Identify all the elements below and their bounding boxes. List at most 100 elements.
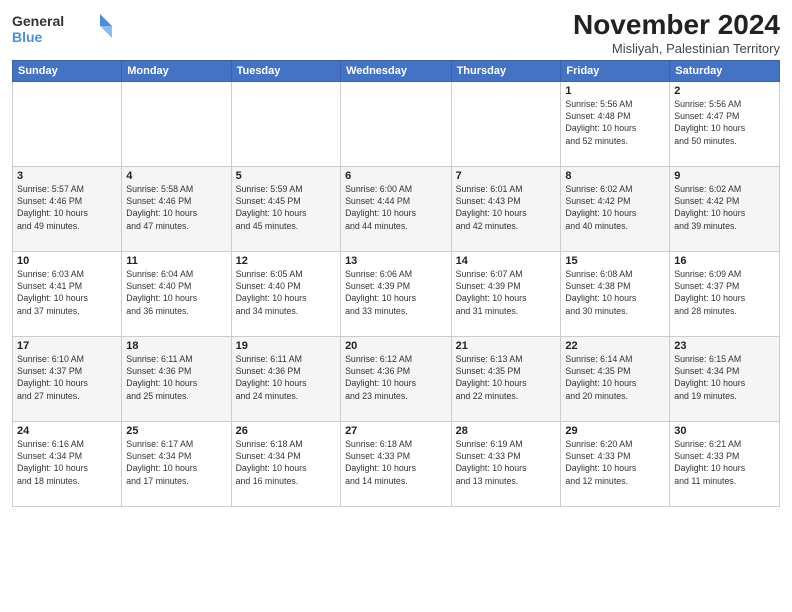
day-number: 27	[345, 425, 447, 437]
calendar-week-1: 1Sunrise: 5:56 AMSunset: 4:48 PMDaylight…	[13, 81, 780, 166]
day-number: 9	[674, 170, 775, 182]
calendar-cell-w1-d7: 2Sunrise: 5:56 AMSunset: 4:47 PMDaylight…	[670, 81, 780, 166]
svg-text:Blue: Blue	[12, 29, 43, 45]
header: General Blue November 2024 Misliyah, Pal…	[12, 10, 780, 56]
day-number: 11	[126, 255, 226, 267]
calendar-cell-w5-d7: 30Sunrise: 6:21 AMSunset: 4:33 PMDayligh…	[670, 421, 780, 506]
day-info: Sunrise: 6:02 AMSunset: 4:42 PMDaylight:…	[565, 183, 665, 232]
day-info: Sunrise: 6:17 AMSunset: 4:34 PMDaylight:…	[126, 438, 226, 487]
day-number: 18	[126, 340, 226, 352]
calendar-cell-w2-d1: 3Sunrise: 5:57 AMSunset: 4:46 PMDaylight…	[13, 166, 122, 251]
calendar-cell-w1-d6: 1Sunrise: 5:56 AMSunset: 4:48 PMDaylight…	[561, 81, 670, 166]
day-number: 16	[674, 255, 775, 267]
day-number: 5	[236, 170, 336, 182]
calendar-cell-w2-d4: 6Sunrise: 6:00 AMSunset: 4:44 PMDaylight…	[341, 166, 452, 251]
calendar-cell-w3-d5: 14Sunrise: 6:07 AMSunset: 4:39 PMDayligh…	[451, 251, 561, 336]
calendar-cell-w1-d5	[451, 81, 561, 166]
day-number: 25	[126, 425, 226, 437]
calendar-cell-w3-d3: 12Sunrise: 6:05 AMSunset: 4:40 PMDayligh…	[231, 251, 340, 336]
day-number: 4	[126, 170, 226, 182]
calendar-week-2: 3Sunrise: 5:57 AMSunset: 4:46 PMDaylight…	[13, 166, 780, 251]
day-info: Sunrise: 6:09 AMSunset: 4:37 PMDaylight:…	[674, 268, 775, 317]
calendar-cell-w3-d4: 13Sunrise: 6:06 AMSunset: 4:39 PMDayligh…	[341, 251, 452, 336]
day-number: 3	[17, 170, 117, 182]
month-title: November 2024	[573, 10, 780, 41]
logo-svg: General Blue	[12, 10, 112, 46]
calendar-cell-w1-d1	[13, 81, 122, 166]
day-number: 1	[565, 85, 665, 97]
calendar-cell-w4-d5: 21Sunrise: 6:13 AMSunset: 4:35 PMDayligh…	[451, 336, 561, 421]
day-number: 19	[236, 340, 336, 352]
calendar-cell-w1-d2	[122, 81, 231, 166]
day-info: Sunrise: 6:18 AMSunset: 4:33 PMDaylight:…	[345, 438, 447, 487]
day-number: 8	[565, 170, 665, 182]
calendar-cell-w2-d3: 5Sunrise: 5:59 AMSunset: 4:45 PMDaylight…	[231, 166, 340, 251]
day-info: Sunrise: 6:10 AMSunset: 4:37 PMDaylight:…	[17, 353, 117, 402]
page-container: General Blue November 2024 Misliyah, Pal…	[0, 0, 792, 515]
calendar-cell-w4-d7: 23Sunrise: 6:15 AMSunset: 4:34 PMDayligh…	[670, 336, 780, 421]
day-number: 7	[456, 170, 557, 182]
day-info: Sunrise: 6:01 AMSunset: 4:43 PMDaylight:…	[456, 183, 557, 232]
day-number: 23	[674, 340, 775, 352]
header-thursday: Thursday	[451, 60, 561, 81]
day-info: Sunrise: 5:57 AMSunset: 4:46 PMDaylight:…	[17, 183, 117, 232]
day-number: 28	[456, 425, 557, 437]
header-sunday: Sunday	[13, 60, 122, 81]
day-number: 30	[674, 425, 775, 437]
day-info: Sunrise: 5:56 AMSunset: 4:48 PMDaylight:…	[565, 98, 665, 147]
calendar-week-5: 24Sunrise: 6:16 AMSunset: 4:34 PMDayligh…	[13, 421, 780, 506]
day-number: 2	[674, 85, 775, 97]
day-info: Sunrise: 6:06 AMSunset: 4:39 PMDaylight:…	[345, 268, 447, 317]
day-info: Sunrise: 6:00 AMSunset: 4:44 PMDaylight:…	[345, 183, 447, 232]
calendar-cell-w2-d5: 7Sunrise: 6:01 AMSunset: 4:43 PMDaylight…	[451, 166, 561, 251]
calendar-body: 1Sunrise: 5:56 AMSunset: 4:48 PMDaylight…	[13, 81, 780, 506]
day-info: Sunrise: 6:12 AMSunset: 4:36 PMDaylight:…	[345, 353, 447, 402]
day-number: 15	[565, 255, 665, 267]
day-info: Sunrise: 6:21 AMSunset: 4:33 PMDaylight:…	[674, 438, 775, 487]
day-number: 29	[565, 425, 665, 437]
day-number: 10	[17, 255, 117, 267]
calendar-cell-w4-d1: 17Sunrise: 6:10 AMSunset: 4:37 PMDayligh…	[13, 336, 122, 421]
header-friday: Friday	[561, 60, 670, 81]
calendar-cell-w4-d6: 22Sunrise: 6:14 AMSunset: 4:35 PMDayligh…	[561, 336, 670, 421]
calendar-cell-w5-d3: 26Sunrise: 6:18 AMSunset: 4:34 PMDayligh…	[231, 421, 340, 506]
day-info: Sunrise: 6:19 AMSunset: 4:33 PMDaylight:…	[456, 438, 557, 487]
day-info: Sunrise: 6:20 AMSunset: 4:33 PMDaylight:…	[565, 438, 665, 487]
day-info: Sunrise: 6:07 AMSunset: 4:39 PMDaylight:…	[456, 268, 557, 317]
calendar-cell-w2-d6: 8Sunrise: 6:02 AMSunset: 4:42 PMDaylight…	[561, 166, 670, 251]
day-number: 6	[345, 170, 447, 182]
day-info: Sunrise: 6:05 AMSunset: 4:40 PMDaylight:…	[236, 268, 336, 317]
day-number: 13	[345, 255, 447, 267]
days-header-row: Sunday Monday Tuesday Wednesday Thursday…	[13, 60, 780, 81]
day-info: Sunrise: 6:13 AMSunset: 4:35 PMDaylight:…	[456, 353, 557, 402]
day-info: Sunrise: 6:04 AMSunset: 4:40 PMDaylight:…	[126, 268, 226, 317]
calendar-cell-w5-d2: 25Sunrise: 6:17 AMSunset: 4:34 PMDayligh…	[122, 421, 231, 506]
logo: General Blue	[12, 10, 112, 46]
calendar-cell-w4-d3: 19Sunrise: 6:11 AMSunset: 4:36 PMDayligh…	[231, 336, 340, 421]
calendar-cell-w3-d6: 15Sunrise: 6:08 AMSunset: 4:38 PMDayligh…	[561, 251, 670, 336]
calendar-cell-w5-d6: 29Sunrise: 6:20 AMSunset: 4:33 PMDayligh…	[561, 421, 670, 506]
location: Misliyah, Palestinian Territory	[573, 41, 780, 56]
day-number: 14	[456, 255, 557, 267]
calendar-cell-w1-d4	[341, 81, 452, 166]
calendar-table: Sunday Monday Tuesday Wednesday Thursday…	[12, 60, 780, 507]
title-block: November 2024 Misliyah, Palestinian Terr…	[573, 10, 780, 56]
header-monday: Monday	[122, 60, 231, 81]
calendar-cell-w3-d7: 16Sunrise: 6:09 AMSunset: 4:37 PMDayligh…	[670, 251, 780, 336]
day-info: Sunrise: 6:02 AMSunset: 4:42 PMDaylight:…	[674, 183, 775, 232]
calendar-cell-w1-d3	[231, 81, 340, 166]
calendar-cell-w4-d2: 18Sunrise: 6:11 AMSunset: 4:36 PMDayligh…	[122, 336, 231, 421]
svg-text:General: General	[12, 13, 64, 29]
calendar-cell-w5-d5: 28Sunrise: 6:19 AMSunset: 4:33 PMDayligh…	[451, 421, 561, 506]
header-saturday: Saturday	[670, 60, 780, 81]
day-info: Sunrise: 6:11 AMSunset: 4:36 PMDaylight:…	[236, 353, 336, 402]
day-info: Sunrise: 6:11 AMSunset: 4:36 PMDaylight:…	[126, 353, 226, 402]
day-info: Sunrise: 6:18 AMSunset: 4:34 PMDaylight:…	[236, 438, 336, 487]
calendar-cell-w5-d4: 27Sunrise: 6:18 AMSunset: 4:33 PMDayligh…	[341, 421, 452, 506]
calendar-header: Sunday Monday Tuesday Wednesday Thursday…	[13, 60, 780, 81]
day-info: Sunrise: 6:16 AMSunset: 4:34 PMDaylight:…	[17, 438, 117, 487]
day-info: Sunrise: 5:56 AMSunset: 4:47 PMDaylight:…	[674, 98, 775, 147]
day-number: 12	[236, 255, 336, 267]
day-number: 20	[345, 340, 447, 352]
day-info: Sunrise: 5:59 AMSunset: 4:45 PMDaylight:…	[236, 183, 336, 232]
